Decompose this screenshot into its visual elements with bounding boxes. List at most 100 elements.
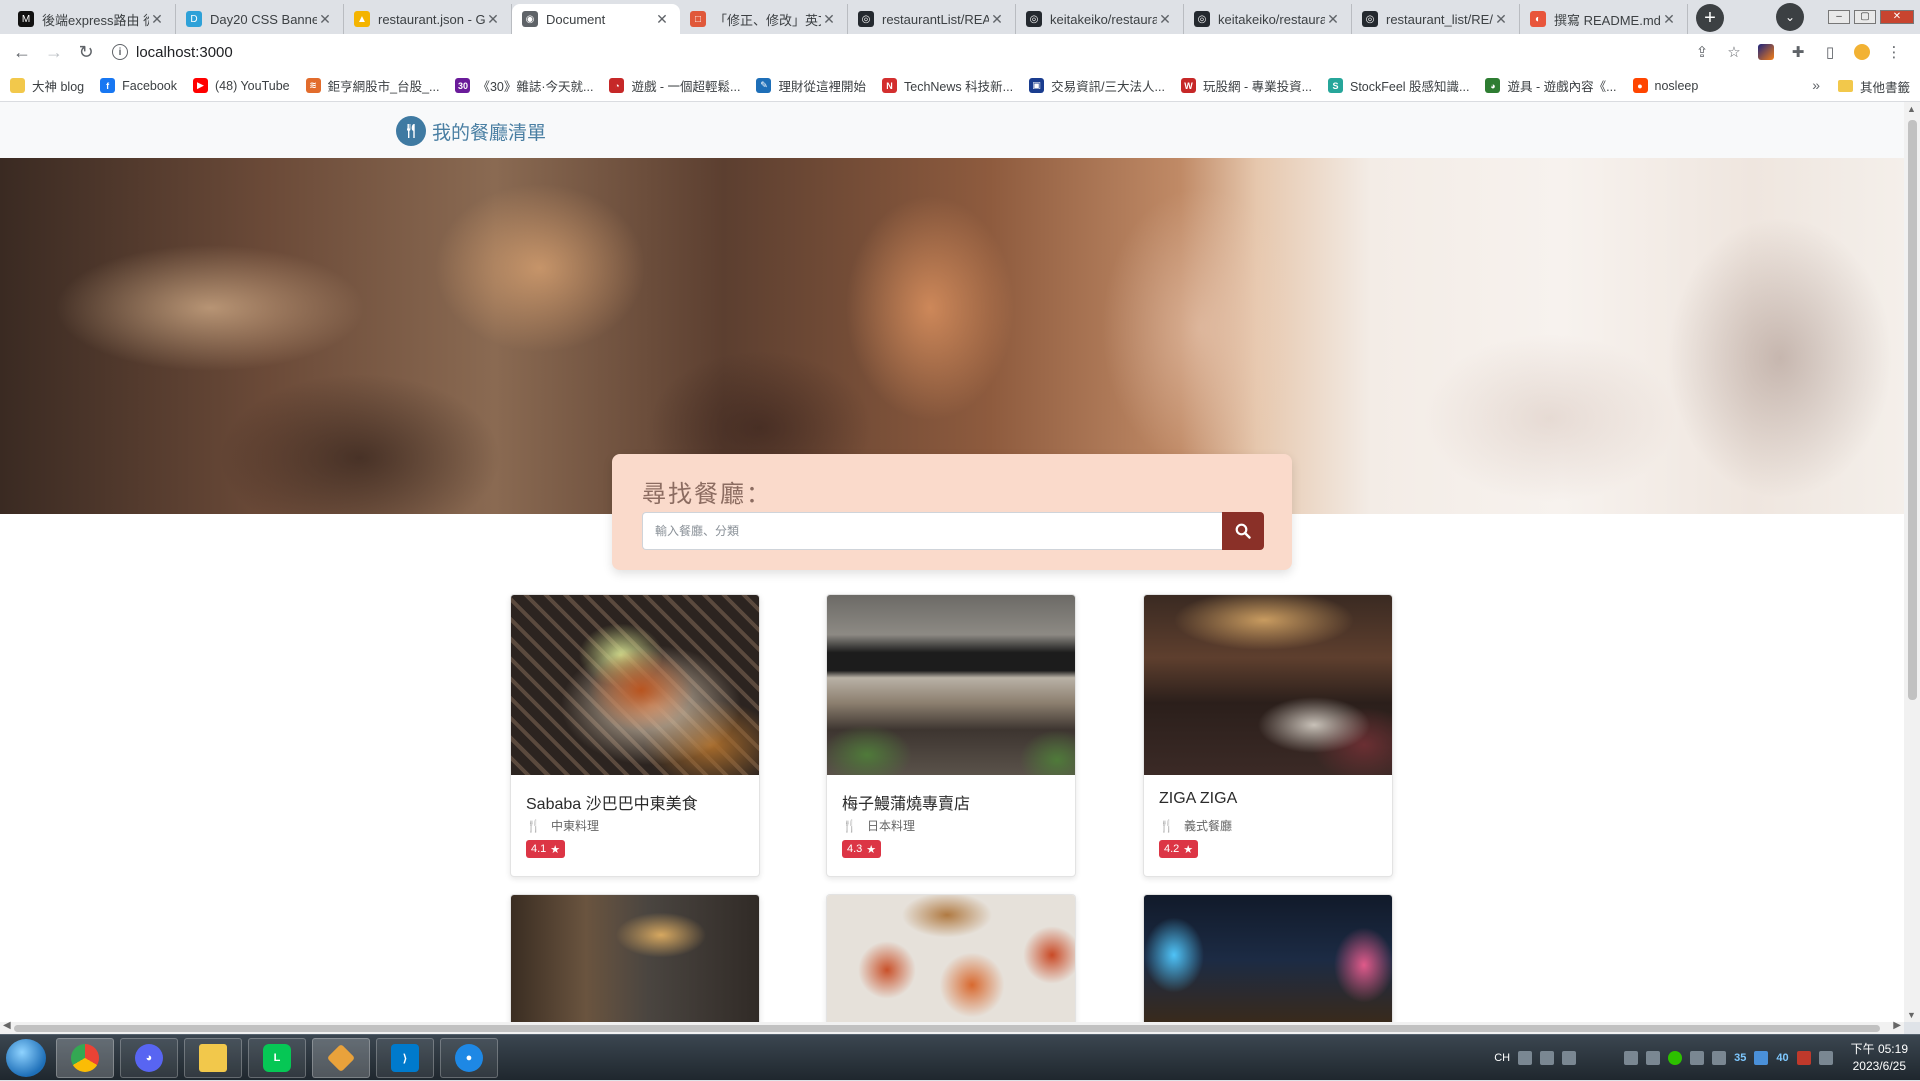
bookmark-item[interactable]: ▣ 交易資訊/三大法人... bbox=[1029, 76, 1165, 95]
bookmarks-overflow-icon[interactable]: » bbox=[1812, 77, 1820, 93]
site-brand-link[interactable]: 我的餐廳清單 bbox=[396, 116, 546, 146]
close-window-button[interactable]: ✕ bbox=[1880, 10, 1914, 24]
share-icon[interactable]: ⇪ bbox=[1692, 42, 1712, 62]
close-tab-icon[interactable]: ✕ bbox=[654, 11, 670, 28]
vertical-scrollbar[interactable]: ▲ ▼ bbox=[1904, 102, 1920, 1022]
vscode-icon: ⟩ bbox=[391, 1044, 419, 1072]
ime-icon[interactable] bbox=[1518, 1051, 1533, 1065]
close-tab-icon[interactable]: ✕ bbox=[821, 11, 837, 28]
bookmark-item[interactable]: 30 《30》雜誌·今天就... bbox=[455, 76, 593, 95]
restaurant-card[interactable]: 梅子鰻蒲燒專賣店 🍴 日本料理 4.3 ★ bbox=[826, 594, 1076, 877]
extensions-puzzle-icon[interactable]: ✚ bbox=[1788, 42, 1808, 62]
font-icon[interactable] bbox=[1540, 1051, 1555, 1065]
bookmark-item[interactable]: S StockFeel 股感知識... bbox=[1328, 76, 1469, 95]
taskbar-chrome[interactable] bbox=[56, 1038, 114, 1078]
search-panel: 尋找餐廳： bbox=[612, 454, 1292, 570]
restaurant-card[interactable]: Sababa 沙巴巴中東美食 🍴 中東料理 4.1 ★ bbox=[510, 594, 760, 877]
tab-title: keitakeiko/restaura bbox=[1218, 11, 1325, 27]
browser-tab[interactable]: D Day20 CSS Banner ✕ bbox=[176, 4, 344, 34]
browser-tab[interactable]: M 後端express路由 從 ✕ bbox=[8, 4, 176, 34]
close-tab-icon[interactable]: ✕ bbox=[317, 11, 333, 28]
restaurant-card[interactable]: ZIGA ZIGA 🍴 義式餐廳 4.2 ★ bbox=[1143, 594, 1393, 877]
wechat-icon[interactable] bbox=[1668, 1051, 1683, 1065]
browser-tab[interactable]: ▲ restaurant.json - G ✕ bbox=[344, 4, 512, 34]
taskbar-line[interactable]: L bbox=[248, 1038, 306, 1078]
back-button[interactable]: ← bbox=[8, 38, 36, 66]
utensils-icon: 🍴 bbox=[842, 818, 857, 833]
reload-button[interactable]: ↻ bbox=[72, 38, 100, 66]
close-tab-icon[interactable]: ✕ bbox=[989, 11, 1005, 28]
browser-tab[interactable]: ◐ 撰寫 README.md ✕ bbox=[1520, 4, 1688, 34]
close-tab-icon[interactable]: ✕ bbox=[1325, 11, 1341, 28]
bookmark-item[interactable]: ≋ 鉅亨網股市_台股_... bbox=[305, 76, 440, 95]
chrome-menu-icon[interactable]: ⋮ bbox=[1884, 42, 1904, 62]
bookmark-item[interactable]: 大神 blog bbox=[10, 76, 84, 95]
taskbar-file-explorer[interactable] bbox=[184, 1038, 242, 1078]
side-panel-icon[interactable]: ▯ bbox=[1820, 42, 1840, 62]
rating-badge: 4.3 ★ bbox=[842, 840, 882, 858]
browser-tab[interactable]: □ 「修正、修改」英文 ✕ bbox=[680, 4, 848, 34]
volume-icon[interactable] bbox=[1712, 1051, 1727, 1065]
close-tab-icon[interactable]: ✕ bbox=[1493, 11, 1509, 28]
category-label: 義式餐廳 bbox=[1183, 819, 1232, 833]
app-tray-icon[interactable] bbox=[1754, 1051, 1769, 1065]
restaurant-card[interactable] bbox=[510, 894, 760, 1022]
headset-icon[interactable] bbox=[1624, 1051, 1639, 1065]
minimize-button[interactable]: – bbox=[1828, 10, 1850, 24]
tab-favicon-icon: □ bbox=[690, 11, 706, 27]
new-tab-button[interactable]: + bbox=[1696, 4, 1724, 32]
horizontal-scrollbar[interactable]: ◀ ▶ bbox=[0, 1020, 1904, 1034]
taskbar-discord[interactable]: ◕ bbox=[120, 1038, 178, 1078]
close-tab-icon[interactable]: ✕ bbox=[485, 11, 501, 28]
display-icon[interactable] bbox=[1690, 1051, 1705, 1065]
category-label: 日本料理 bbox=[866, 819, 915, 833]
maximize-button[interactable]: ▢ bbox=[1854, 10, 1876, 24]
profile-avatar[interactable] bbox=[1852, 42, 1872, 62]
site-info-icon[interactable]: i bbox=[112, 44, 128, 60]
scrollbar-thumb[interactable] bbox=[14, 1025, 1880, 1032]
bookmark-favicon-icon: 30 bbox=[455, 78, 471, 93]
star-icon: ★ bbox=[1183, 843, 1194, 856]
bookmark-star-icon[interactable]: ☆ bbox=[1724, 42, 1744, 62]
scrollbar-thumb[interactable] bbox=[1908, 120, 1917, 700]
close-tab-icon[interactable]: ✕ bbox=[1157, 11, 1173, 28]
bookmark-label: 鉅亨網股市_台股_... bbox=[327, 80, 440, 94]
tab-search-button[interactable]: ⌄ bbox=[1776, 3, 1804, 31]
browser-tab[interactable]: ◎ restaurant_list/RE/✕ bbox=[1352, 4, 1520, 34]
restaurant-card[interactable] bbox=[1143, 894, 1393, 1022]
taskbar-sketch[interactable] bbox=[312, 1038, 370, 1078]
bookmark-item[interactable]: N TechNews 科技新... bbox=[882, 76, 1013, 95]
flag-icon[interactable] bbox=[1796, 1051, 1811, 1065]
bookmark-item[interactable]: ● nosleep bbox=[1632, 78, 1698, 93]
network-icon[interactable] bbox=[1646, 1051, 1661, 1065]
close-tab-icon[interactable]: ✕ bbox=[1661, 11, 1677, 28]
power-icon[interactable] bbox=[1818, 1051, 1833, 1065]
browser-tab[interactable]: ◎ keitakeiko/restaura ✕ bbox=[1184, 4, 1352, 34]
start-button[interactable] bbox=[6, 1039, 46, 1077]
rating-value: 4.3 bbox=[847, 843, 863, 855]
browser-tab[interactable]: ◎ keitakeiko/restaura ✕ bbox=[1016, 4, 1184, 34]
bookmark-item[interactable]: ◔ 遊戲 - 一個超輕鬆... bbox=[609, 76, 740, 95]
taskbar-maps[interactable]: ● bbox=[440, 1038, 498, 1078]
input-language[interactable]: CH bbox=[1494, 1052, 1510, 1064]
system-clock[interactable]: 下午 05:19 2023/6/25 bbox=[1851, 1041, 1908, 1075]
rating-badge: 4.1 ★ bbox=[526, 840, 566, 858]
restaurant-card[interactable] bbox=[826, 894, 1076, 1022]
checkmark-icon[interactable] bbox=[1562, 1051, 1577, 1065]
address-bar[interactable]: i localhost:3000 bbox=[104, 38, 1692, 66]
bookmark-item[interactable]: ▶ (48) YouTube bbox=[193, 78, 290, 93]
taskbar-vscode[interactable]: ⟩ bbox=[376, 1038, 434, 1078]
bookmark-item[interactable]: ✎ 理財從這裡開始 bbox=[756, 76, 866, 95]
search-input[interactable] bbox=[642, 512, 1222, 550]
extension-app-icon[interactable] bbox=[1756, 42, 1776, 62]
forward-button[interactable]: → bbox=[40, 38, 68, 66]
bookmark-item[interactable]: ◕ 遊具 - 遊戲內容《... bbox=[1485, 76, 1617, 95]
search-button[interactable] bbox=[1222, 512, 1264, 550]
browser-tab[interactable]: ◎ restaurantList/REA ✕ bbox=[848, 4, 1016, 34]
bookmark-item[interactable]: W 玩股網 - 專業投資... bbox=[1180, 76, 1312, 95]
close-tab-icon[interactable]: ✕ bbox=[149, 11, 165, 28]
rating-value: 4.1 bbox=[531, 843, 547, 855]
other-bookmarks-folder[interactable]: 其他書籤 bbox=[1837, 70, 1910, 102]
bookmark-item[interactable]: f Facebook bbox=[100, 78, 177, 93]
browser-tab[interactable]: ◉ Document ✕ bbox=[512, 4, 680, 34]
